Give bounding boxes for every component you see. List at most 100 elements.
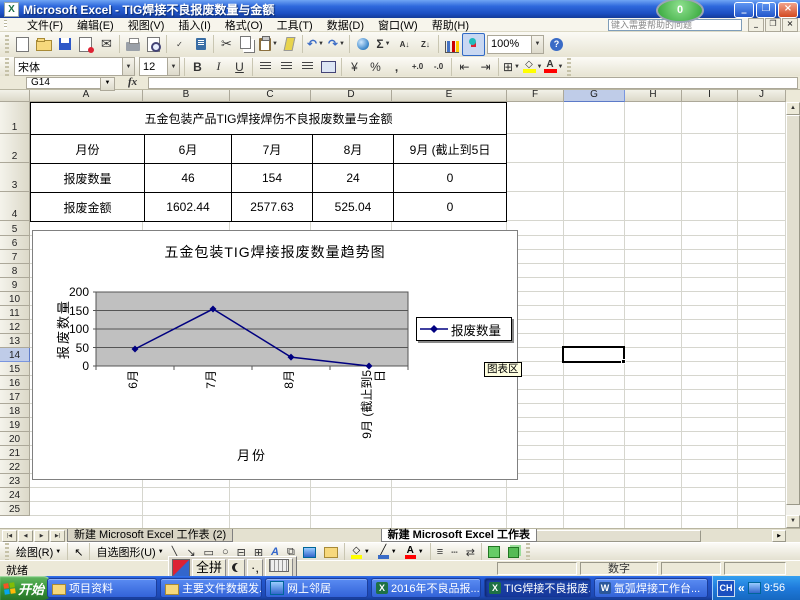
select-objects-button[interactable]: ↖ — [70, 546, 87, 559]
column-header-I[interactable]: I — [682, 89, 738, 102]
row-header-8[interactable]: 8 — [0, 264, 30, 278]
table-cell[interactable]: 8月 — [312, 135, 393, 163]
row-header-22[interactable]: 22 — [0, 460, 30, 474]
network-tray-icon[interactable] — [748, 582, 761, 594]
print-preview-button[interactable] — [143, 34, 164, 55]
paste-button[interactable]: ▼ — [258, 34, 279, 55]
row-header-4[interactable]: 4 — [0, 192, 30, 221]
insert-function-button[interactable]: fx — [128, 76, 137, 88]
dash-style-button[interactable]: ┄ — [447, 546, 462, 559]
percent-style-button[interactable]: % — [365, 58, 386, 75]
menu-item-3[interactable]: 插入(I) — [171, 17, 217, 33]
row-header-5[interactable]: 5 — [0, 221, 30, 236]
vertical-scrollbar[interactable]: ▲ ▼ — [786, 102, 800, 528]
comma-style-button[interactable]: , — [386, 58, 407, 75]
autosum-button[interactable]: Σ▼ — [373, 34, 394, 55]
table-cell[interactable]: 46 — [144, 164, 231, 192]
copy-button[interactable] — [237, 34, 258, 55]
insert-picture-button[interactable] — [320, 547, 342, 558]
font-name-combo[interactable]: 宋体 ▼ — [14, 57, 135, 76]
row-header-1[interactable]: 1 — [0, 102, 30, 134]
taskbar-item-0[interactable]: 项目资料 — [47, 578, 157, 598]
chevron-down-icon[interactable]: ▼ — [272, 41, 278, 47]
table-cell[interactable]: 月份 — [31, 135, 144, 163]
italic-button[interactable]: I — [208, 58, 229, 75]
menu-item-6[interactable]: 数据(D) — [320, 17, 371, 33]
table-cell[interactable]: 2577.63 — [231, 193, 312, 221]
row-header-13[interactable]: 13 — [0, 334, 30, 348]
clip-art-button[interactable] — [299, 547, 320, 558]
insert-hyperlink-button[interactable] — [352, 34, 373, 55]
toolbar-options-button[interactable] — [526, 543, 530, 561]
workbook-minimize-button[interactable]: _ — [748, 18, 764, 32]
row-header-9[interactable]: 9 — [0, 278, 30, 292]
font-size-combo[interactable]: 12 ▼ — [139, 57, 180, 76]
minimize-button[interactable]: _ — [734, 2, 754, 18]
menu-item-1[interactable]: 编辑(E) — [70, 17, 121, 33]
table-cell[interactable]: 7月 — [231, 135, 312, 163]
row-header-2[interactable]: 2 — [0, 134, 30, 163]
row-header-10[interactable]: 10 — [0, 292, 30, 306]
collapse-tray-icon[interactable]: « — [738, 581, 745, 595]
row-header-11[interactable]: 11 — [0, 306, 30, 320]
row-header-3[interactable]: 3 — [0, 163, 30, 192]
cells-area[interactable]: 五金包装产品TIG焊接焊伤不良报废数量与金额 月份 6月 7月 8月 9月 (截… — [30, 102, 786, 528]
menu-item-7[interactable]: 窗口(W) — [371, 17, 425, 33]
chevron-down-icon[interactable]: ▼ — [339, 41, 345, 47]
chart-wizard-button[interactable] — [441, 34, 462, 55]
language-indicator[interactable]: CH — [717, 580, 735, 597]
drawing-button[interactable] — [462, 33, 485, 56]
workbook-restore-button[interactable]: ❐ — [765, 18, 781, 32]
menu-item-0[interactable]: 文件(F) — [20, 17, 70, 33]
chart-legend[interactable]: 报废数量 — [416, 317, 512, 341]
table-cell[interactable]: 1602.44 — [144, 193, 231, 221]
align-left-button[interactable] — [255, 58, 276, 75]
autoshapes-menu-button[interactable]: 自选图形(U)▼ — [92, 544, 167, 560]
select-all-corner[interactable] — [0, 89, 30, 102]
scroll-right-icon[interactable]: ▶ — [772, 530, 786, 542]
scroll-up-icon[interactable]: ▲ — [786, 102, 800, 115]
table-cell[interactable]: 0 — [393, 193, 506, 221]
table-cell[interactable]: 525.04 — [312, 193, 393, 221]
toolbar-grip[interactable] — [4, 20, 7, 29]
column-header-J[interactable]: J — [738, 89, 786, 102]
menu-item-5[interactable]: 工具(T) — [270, 17, 320, 33]
undo-button[interactable]: ↶▼ — [305, 34, 326, 55]
mail-button[interactable]: ✉ — [96, 34, 117, 55]
increase-indent-button[interactable]: ⇥ — [475, 58, 496, 75]
menu-item-2[interactable]: 视图(V) — [121, 17, 172, 33]
row-header-25[interactable]: 25 — [0, 502, 30, 516]
next-sheet-button[interactable]: ▶ — [34, 530, 49, 542]
chart-plot-area[interactable] — [96, 292, 408, 366]
last-sheet-button[interactable]: ▶| — [50, 530, 65, 542]
menu-item-8[interactable]: 帮助(H) — [425, 17, 476, 33]
currency-style-button[interactable]: ¥ — [344, 58, 365, 75]
table-cell[interactable]: 报废金额 — [31, 193, 144, 221]
column-header-E[interactable]: E — [392, 89, 507, 102]
format-painter-button[interactable] — [279, 34, 300, 55]
table-cell[interactable]: 6月 — [144, 135, 231, 163]
research-button[interactable] — [190, 34, 211, 55]
row-header-16[interactable]: 16 — [0, 376, 30, 390]
chart-object[interactable]: 五金包装TIG焊接报废数量趋势图 报废数量 月份 报废数量 0501001502… — [32, 230, 518, 480]
column-header-C[interactable]: C — [230, 89, 311, 102]
row-header-7[interactable]: 7 — [0, 250, 30, 264]
menu-item-4[interactable]: 格式(O) — [218, 17, 270, 33]
taskbar-item-1[interactable]: 主要文件数据发... — [160, 578, 262, 598]
align-right-button[interactable] — [297, 58, 318, 75]
table-cell[interactable]: 0 — [393, 164, 506, 192]
toolbar-options-button[interactable] — [567, 58, 571, 76]
fill-color-button[interactable]: ◇▼ — [347, 546, 374, 559]
prev-sheet-button[interactable]: ◀ — [18, 530, 33, 542]
line-color-button[interactable]: ╱▼ — [374, 546, 401, 559]
save-button[interactable] — [54, 34, 75, 55]
toolbar-grip[interactable] — [5, 543, 9, 561]
row-header-20[interactable]: 20 — [0, 432, 30, 446]
font-color-button[interactable]: A▼ — [401, 546, 428, 559]
table-cell[interactable]: 24 — [312, 164, 393, 192]
cut-button[interactable]: ✂ — [216, 34, 237, 55]
fill-color-button[interactable]: ◇▼ — [522, 58, 543, 75]
taskbar-item-4[interactable]: XTIG焊接不良报废... — [484, 578, 591, 598]
name-box-dropdown-icon[interactable]: ▼ — [100, 77, 115, 91]
arrow-style-button[interactable]: ⇄ — [462, 546, 479, 559]
